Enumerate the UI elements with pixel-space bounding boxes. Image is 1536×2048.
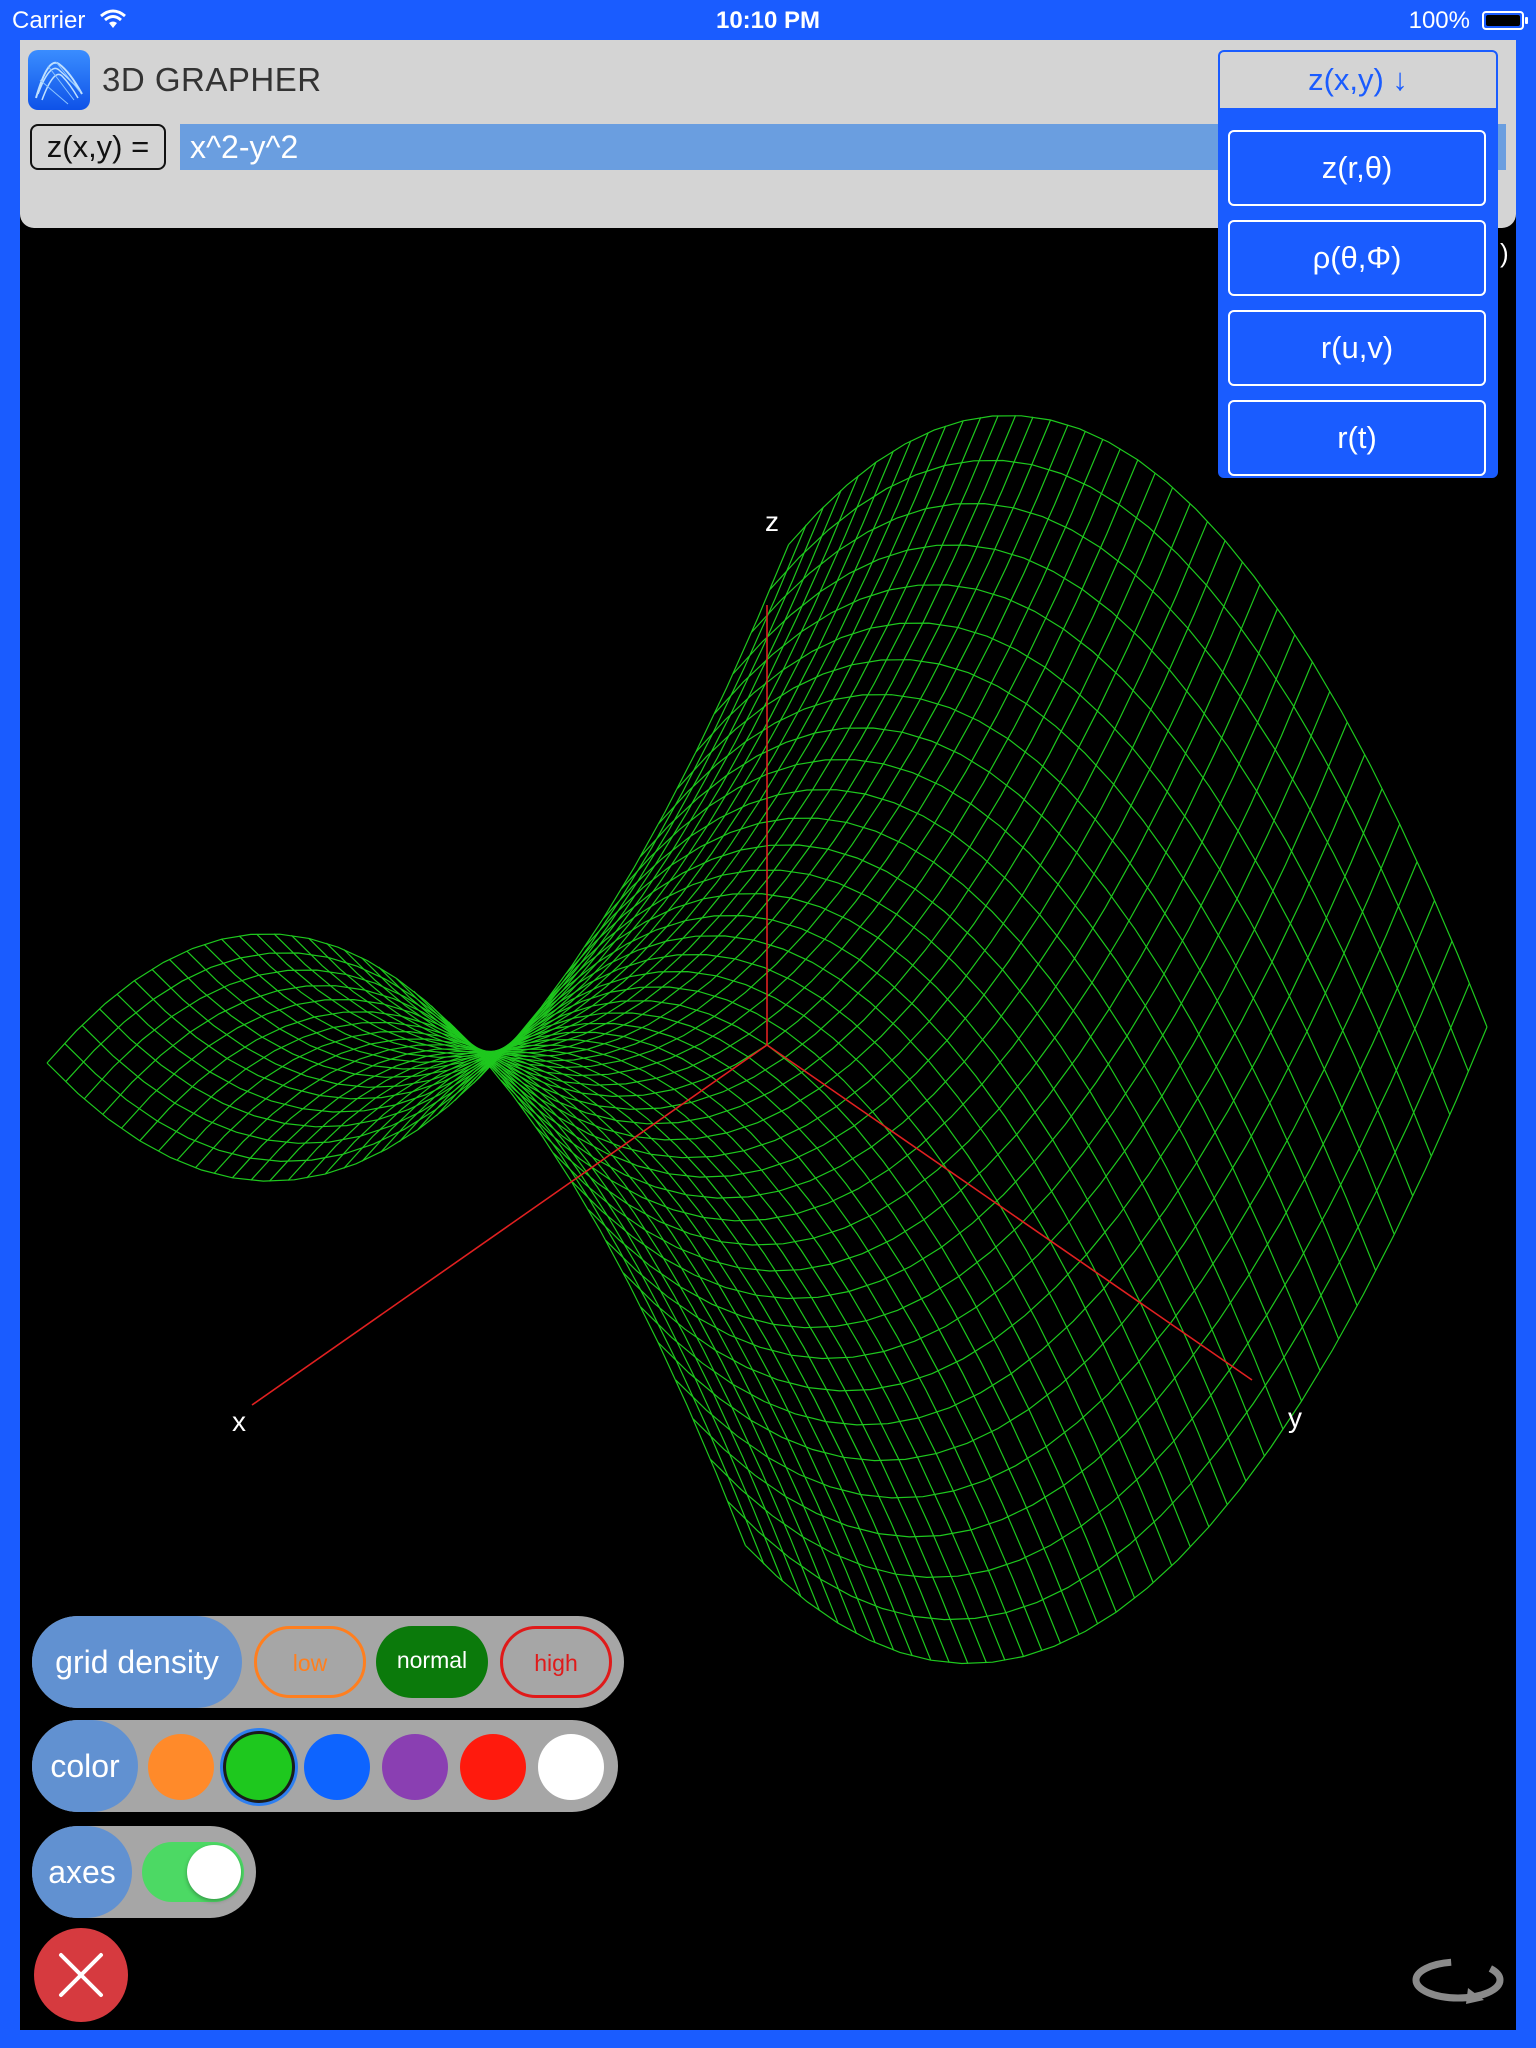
dropdown-current-selection[interactable]: z(x,y) ↓ bbox=[1220, 52, 1496, 108]
color-swatch[interactable] bbox=[148, 1734, 214, 1800]
color-label: color bbox=[32, 1720, 138, 1812]
mesh-line bbox=[287, 1050, 987, 1664]
mesh-line bbox=[380, 1022, 1080, 1635]
battery-percent: 100% bbox=[1408, 7, 1470, 34]
mesh-line bbox=[528, 893, 1228, 1506]
mesh-line bbox=[454, 970, 1154, 1584]
mesh-line bbox=[769, 459, 1470, 1072]
mesh-line bbox=[584, 817, 1284, 1430]
mesh-line bbox=[203, 425, 947, 1063]
color-swatch[interactable] bbox=[226, 1734, 292, 1800]
mesh-line bbox=[238, 417, 982, 1055]
mesh-line bbox=[306, 1048, 1006, 1661]
app-title: 3D GRAPHER bbox=[102, 61, 322, 98]
color-swatch[interactable] bbox=[538, 1734, 604, 1800]
close-button[interactable] bbox=[34, 1928, 128, 2022]
density-high-button[interactable]: high bbox=[500, 1626, 612, 1698]
mesh-line bbox=[547, 869, 1247, 1482]
mesh-line bbox=[81, 506, 825, 1144]
mesh-line bbox=[413, 472, 1156, 1110]
mesh-line bbox=[343, 1038, 1043, 1652]
function-type-dropdown: z(x,y) ↓ z(r,θ) ρ(θ,Φ) r(u,v) r(t) bbox=[1218, 50, 1498, 478]
option-z-r-theta[interactable]: z(r,θ) bbox=[1228, 130, 1486, 206]
option-r-u-v[interactable]: r(u,v) bbox=[1228, 310, 1486, 386]
color-swatch[interactable] bbox=[382, 1734, 448, 1800]
color-control: color bbox=[32, 1720, 618, 1812]
function-type-button[interactable]: z(x,y) = bbox=[30, 124, 166, 170]
density-low-button[interactable]: low bbox=[254, 1626, 366, 1698]
mesh-line bbox=[361, 1031, 1062, 1644]
mesh-line bbox=[448, 503, 1191, 1141]
mesh-line bbox=[139, 1011, 839, 1624]
axes-toggle[interactable] bbox=[142, 1842, 244, 1902]
close-icon bbox=[59, 1953, 103, 1997]
mesh-line bbox=[194, 1038, 895, 1651]
app-screen: z x y 3D GRAPHER z(x,y) = z(x,y) ↓ z(r,θ… bbox=[20, 40, 1516, 2030]
mesh-line bbox=[744, 1026, 1488, 1665]
grid-density-label: grid density bbox=[32, 1616, 242, 1708]
density-normal-button[interactable]: normal bbox=[376, 1626, 488, 1698]
axes-label: axes bbox=[32, 1826, 132, 1918]
mesh-line bbox=[788, 415, 1488, 1028]
z-axis-label: z bbox=[765, 506, 779, 537]
y-axis-label: y bbox=[1288, 1402, 1302, 1433]
mesh-line bbox=[378, 448, 1121, 1086]
x-axis bbox=[251, 1044, 768, 1406]
mesh-line bbox=[324, 1044, 1025, 1657]
toggle-knob bbox=[187, 1845, 241, 1899]
battery-icon bbox=[1482, 11, 1528, 30]
grid-density-control: grid density low normal high bbox=[32, 1616, 624, 1708]
color-swatch[interactable] bbox=[460, 1734, 526, 1800]
edge-glyph: ) bbox=[1500, 238, 1509, 268]
mesh-line bbox=[472, 953, 1173, 1567]
clock: 10:10 PM bbox=[715, 7, 821, 34]
option-r-t[interactable]: r(t) bbox=[1228, 400, 1486, 476]
mesh-line bbox=[65, 952, 765, 1565]
mesh-line bbox=[273, 415, 1017, 1053]
mesh-line bbox=[46, 544, 790, 1182]
axes-control: axes bbox=[32, 1826, 256, 1918]
mesh-line bbox=[116, 475, 859, 1113]
y-axis bbox=[766, 1044, 1253, 1381]
rotate-icon[interactable] bbox=[1410, 1952, 1506, 2008]
status-bar: Carrier 10:10 PM 100% bbox=[0, 0, 1536, 40]
color-swatch[interactable] bbox=[304, 1734, 370, 1800]
mesh-line bbox=[552, 634, 1296, 1272]
mesh-line bbox=[639, 727, 1340, 1340]
mesh-line bbox=[465, 520, 1209, 1159]
mesh-line bbox=[570, 661, 1313, 1300]
mesh-line bbox=[133, 462, 877, 1100]
app-icon bbox=[28, 50, 90, 110]
mesh-line bbox=[157, 1021, 858, 1635]
option-rho-theta-phi[interactable]: ρ(θ,Φ) bbox=[1228, 220, 1486, 296]
mesh-line bbox=[675, 861, 1418, 1499]
x-axis-label: x bbox=[232, 1406, 246, 1437]
